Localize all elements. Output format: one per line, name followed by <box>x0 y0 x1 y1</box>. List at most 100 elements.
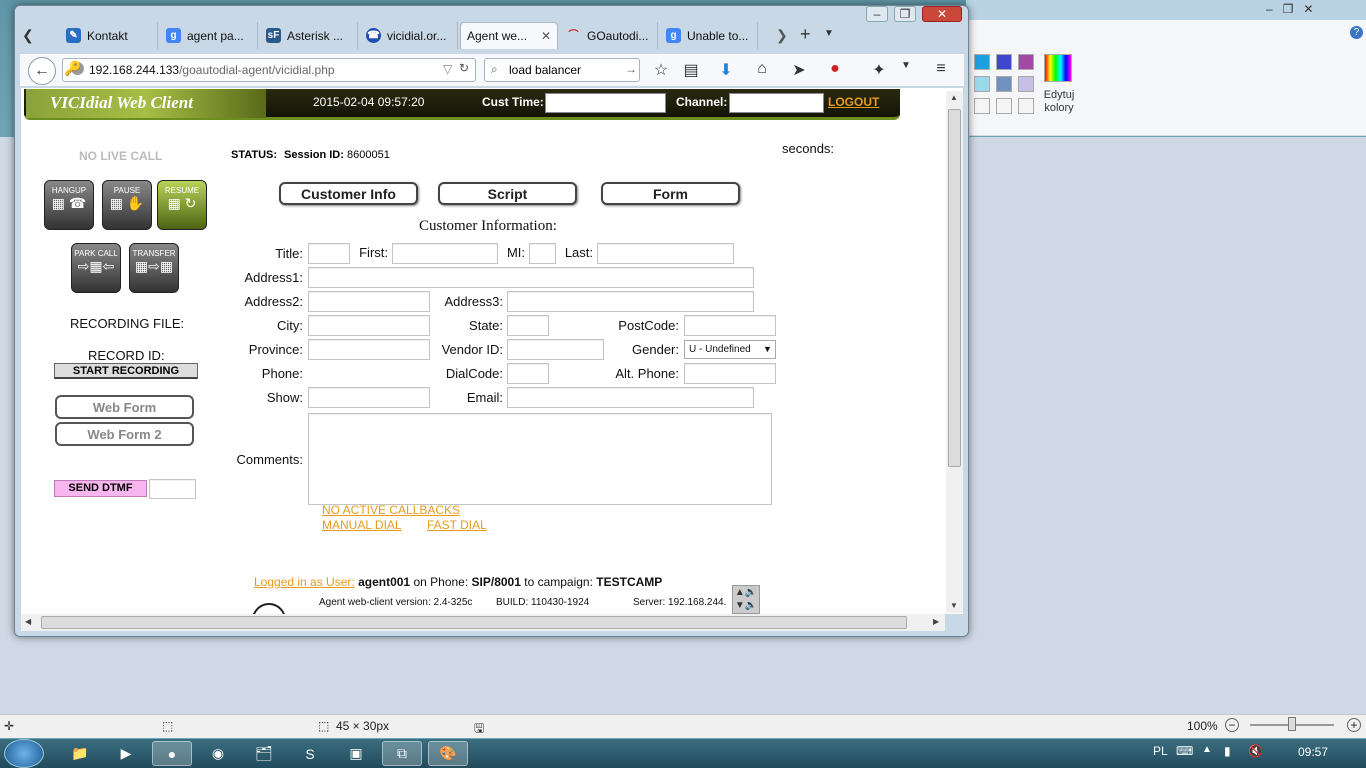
zoom-out-button[interactable]: − <box>1225 718 1239 732</box>
address3-field[interactable] <box>507 291 754 312</box>
pause-button[interactable]: PAUSE ▦ ✋ <box>102 180 152 230</box>
new-tab-button[interactable]: + <box>800 24 811 45</box>
color-swatch[interactable] <box>974 54 990 70</box>
paint-taskbar-icon[interactable]: 🎨 <box>428 741 468 766</box>
tab-agent-panel[interactable]: g agent pa... <box>160 22 258 49</box>
state-field[interactable] <box>507 315 549 336</box>
color-swatch[interactable] <box>1018 98 1034 114</box>
callbacks-link[interactable]: NO ACTIVE CALLBACKS <box>322 503 460 517</box>
scroll-right-icon[interactable]: ▶ <box>933 617 939 626</box>
transfer-button[interactable]: TRANSFER ▦⇨▦ <box>129 243 179 293</box>
reload-icon[interactable]: ↻ <box>459 61 469 75</box>
dialcode-field[interactable] <box>507 363 549 384</box>
color-swatch[interactable] <box>974 98 990 114</box>
extension-icon[interactable]: ✦ <box>868 60 890 80</box>
volume-controls-icon[interactable]: ▲🔊 ▼🔉 <box>732 585 760 614</box>
media-player-taskbar-icon[interactable]: ▶ <box>106 741 146 766</box>
color-swatch[interactable] <box>996 98 1012 114</box>
tab-close-icon[interactable]: ✕ <box>541 29 551 43</box>
keyboard-icon[interactable]: ⌨ <box>1176 744 1193 758</box>
send-icon[interactable]: ➤ <box>788 60 810 80</box>
tabs-scroll-right-icon[interactable]: ❯ <box>776 27 788 44</box>
gender-select[interactable]: U - Undefined ▼ <box>684 340 776 359</box>
show-field[interactable] <box>308 387 430 408</box>
scroll-up-icon[interactable]: ▲ <box>950 93 958 102</box>
bookmark-star-icon[interactable]: ☆ <box>650 60 672 80</box>
web-form-2-button[interactable]: Web Form 2 <box>55 422 194 446</box>
send-dtmf-button[interactable]: SEND DTMF <box>54 480 147 497</box>
volume-icon[interactable]: 🔇 <box>1248 744 1263 758</box>
close-button[interactable]: ✕ <box>922 6 962 22</box>
scroll-down-icon[interactable]: ▼ <box>950 601 958 610</box>
search-bar[interactable]: ⌕ load balancer → <box>484 58 640 82</box>
tab-asterisk[interactable]: sF Asterisk ... <box>260 22 358 49</box>
tab-goautodial[interactable]: ⌒ GOautodi... <box>560 22 658 49</box>
middle-initial-field[interactable] <box>529 243 556 264</box>
zoom-in-button[interactable]: + <box>1347 718 1361 732</box>
manual-dial-link[interactable]: MANUAL DIAL <box>322 518 402 532</box>
vendor-id-field[interactable] <box>507 339 604 360</box>
help-icon[interactable]: ? <box>1350 26 1363 39</box>
adblock-icon[interactable]: ● <box>824 60 846 78</box>
menu-icon[interactable]: ≡ <box>930 60 952 78</box>
province-field[interactable] <box>308 339 430 360</box>
vertical-scroll-thumb[interactable] <box>948 109 961 467</box>
start-button[interactable] <box>4 739 44 768</box>
last-name-field[interactable] <box>597 243 734 264</box>
clock[interactable]: 09:57 <box>1298 745 1328 759</box>
vertical-scrollbar[interactable]: ▲ ▼ <box>946 91 963 613</box>
explorer-taskbar-icon[interactable]: 📁 <box>60 741 100 766</box>
app2-taskbar-icon[interactable]: ▣ <box>336 741 376 766</box>
start-recording-button[interactable]: START RECORDING <box>54 363 198 379</box>
identity-key-icon[interactable]: 🔑 <box>64 60 81 77</box>
url-bar[interactable]: 192.168.244.133/goautodial-agent/vicidia… <box>62 58 476 82</box>
tray-expand-icon[interactable]: ▲ <box>1202 744 1212 755</box>
dtmf-input[interactable] <box>149 479 196 499</box>
extension-menu-icon[interactable]: ▼ <box>895 60 917 71</box>
maximize-button[interactable]: ❐ <box>894 6 916 22</box>
address1-field[interactable] <box>308 267 754 288</box>
edit-colors-icon[interactable] <box>1044 54 1072 82</box>
postcode-field[interactable] <box>684 315 776 336</box>
scroll-left-icon[interactable]: ◀ <box>25 617 31 626</box>
hangup-button[interactable]: HANGUP ▦ ☎ <box>44 180 94 230</box>
color-swatch[interactable] <box>1018 54 1034 70</box>
zoom-slider-thumb[interactable] <box>1288 717 1296 731</box>
tab-kontakt[interactable]: ✎ Kontakt <box>60 22 158 49</box>
city-field[interactable] <box>308 315 430 336</box>
downloads-icon[interactable]: ⬇ <box>715 60 737 80</box>
color-swatch[interactable] <box>996 54 1012 70</box>
home-icon[interactable]: ⌂ <box>751 60 773 78</box>
web-form-button[interactable]: Web Form <box>55 395 194 419</box>
logged-in-as-link[interactable]: Logged in as User: <box>254 575 355 589</box>
minimize-button[interactable]: ‒ <box>866 6 888 22</box>
network-icon[interactable]: ▮ <box>1224 744 1231 758</box>
fast-dial-link[interactable]: FAST DIAL <box>427 518 487 532</box>
tab-unable-to[interactable]: g Unable to... <box>660 22 758 49</box>
reading-list-icon[interactable]: ▤ <box>680 60 702 80</box>
address2-field[interactable] <box>308 291 430 312</box>
tab-customer-info[interactable]: Customer Info <box>279 182 418 205</box>
comments-textarea[interactable] <box>308 413 772 505</box>
channel-field[interactable] <box>729 93 824 113</box>
remote-taskbar-icon[interactable]: ⧉ <box>382 741 422 766</box>
firefox-taskbar-icon[interactable]: ● <box>152 741 192 766</box>
tabs-scroll-left-icon[interactable]: ❮ <box>22 27 34 44</box>
cust-time-field[interactable] <box>545 93 666 113</box>
skype-taskbar-icon[interactable]: S <box>290 741 330 766</box>
color-swatch[interactable] <box>1018 76 1034 92</box>
alt-phone-field[interactable] <box>684 363 776 384</box>
back-button[interactable]: ← <box>28 57 56 85</box>
tab-script[interactable]: Script <box>438 182 577 205</box>
first-name-field[interactable] <box>392 243 498 264</box>
logout-link[interactable]: LOGOUT <box>828 95 879 109</box>
park-call-button[interactable]: PARK CALL ⇨▦⇦ <box>71 243 121 293</box>
tab-agent-web-client[interactable]: Agent we... ✕ <box>460 22 558 49</box>
app-taskbar-icon[interactable]: ◉ <box>198 741 238 766</box>
files-taskbar-icon[interactable]: 🗂 <box>244 741 284 766</box>
language-indicator[interactable]: PL <box>1153 744 1168 758</box>
list-all-tabs-icon[interactable]: ▼ <box>824 28 834 39</box>
tab-form[interactable]: Form <box>601 182 740 205</box>
search-go-icon[interactable]: → <box>625 62 637 76</box>
dropdown-icon[interactable]: ▽ <box>443 62 452 76</box>
